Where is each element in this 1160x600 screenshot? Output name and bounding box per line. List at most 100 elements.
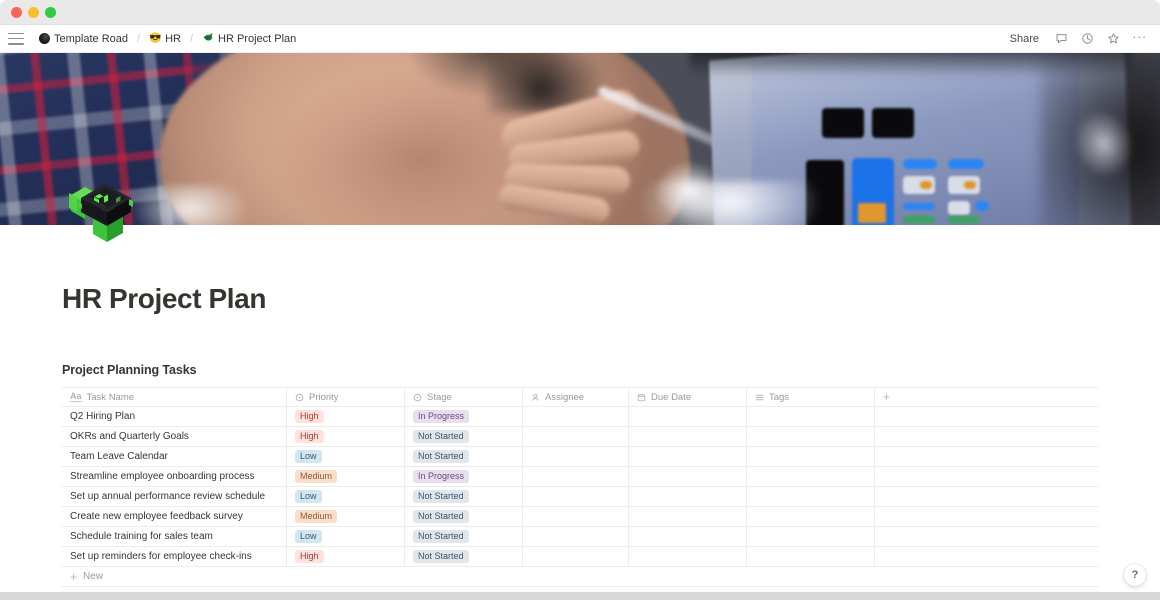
breadcrumb-item-current-page[interactable]: HR Project Plan (199, 30, 299, 47)
cell-stage[interactable]: Not Started (405, 547, 523, 566)
column-header-task-name[interactable]: Aa Task Name (62, 388, 287, 406)
cell-priority[interactable]: Medium (287, 507, 405, 526)
cell-tags[interactable] (747, 427, 875, 446)
cell-stage[interactable]: In Progress (405, 467, 523, 486)
page-icon-green-smartwatch[interactable] (63, 178, 141, 244)
column-header-assignee[interactable]: Assignee (523, 388, 629, 406)
close-window-button[interactable] (11, 7, 22, 18)
cell-tags[interactable] (747, 507, 875, 526)
database-title[interactable]: Project Planning Tasks (62, 363, 1098, 377)
cell-tags[interactable] (747, 487, 875, 506)
more-options-icon[interactable]: ··· (1131, 30, 1148, 47)
minimize-window-button[interactable] (28, 7, 39, 18)
status-badge: Not Started (413, 510, 469, 523)
cell-assignee[interactable] (523, 487, 629, 506)
cell-assignee[interactable] (523, 527, 629, 546)
cell-task-name[interactable]: Streamline employee onboarding process (62, 467, 287, 486)
cell-task-name[interactable]: Create new employee feedback survey (62, 507, 287, 526)
cell-tags[interactable] (747, 547, 875, 566)
cell-empty[interactable] (875, 407, 1098, 426)
breadcrumb-label: HR Project Plan (218, 33, 296, 45)
cell-tags[interactable] (747, 527, 875, 546)
cell-assignee[interactable] (523, 507, 629, 526)
add-column-button[interactable]: + (875, 388, 1098, 406)
face-with-sunglasses-emoji-icon: 😎 (149, 34, 161, 44)
cell-stage[interactable]: Not Started (405, 527, 523, 546)
table-header-row: Aa Task Name Priority Stage Assignee Due… (62, 388, 1098, 407)
cell-priority[interactable]: Low (287, 527, 405, 546)
cell-assignee[interactable] (523, 547, 629, 566)
cell-empty[interactable] (875, 507, 1098, 526)
cell-empty[interactable] (875, 447, 1098, 466)
cell-stage[interactable]: Not Started (405, 427, 523, 446)
cell-priority[interactable]: Medium (287, 467, 405, 486)
cell-due-date[interactable] (629, 507, 747, 526)
cell-task-name[interactable]: OKRs and Quarterly Goals (62, 427, 287, 446)
new-row-button[interactable]: + New (62, 567, 1098, 587)
table-row[interactable]: Streamline employee onboarding process Me… (62, 467, 1098, 487)
cell-due-date[interactable] (629, 407, 747, 426)
table-row[interactable]: Set up annual performance review schedul… (62, 487, 1098, 507)
status-badge: Low (295, 530, 322, 543)
cell-empty[interactable] (875, 487, 1098, 506)
column-header-due-date[interactable]: Due Date (629, 388, 747, 406)
cell-due-date[interactable] (629, 487, 747, 506)
table-row[interactable]: OKRs and Quarterly Goals High Not Started (62, 427, 1098, 447)
cell-stage[interactable]: Not Started (405, 487, 523, 506)
column-header-stage[interactable]: Stage (405, 388, 523, 406)
text-aa-icon: Aa (70, 392, 82, 402)
cell-task-name[interactable]: Team Leave Calendar (62, 447, 287, 466)
cell-empty[interactable] (875, 527, 1098, 546)
cell-task-name[interactable]: Set up reminders for employee check-ins (62, 547, 287, 566)
cell-assignee[interactable] (523, 447, 629, 466)
cell-stage[interactable]: Not Started (405, 507, 523, 526)
cell-due-date[interactable] (629, 547, 747, 566)
cell-task-name[interactable]: Q2 Hiring Plan (62, 407, 287, 426)
cell-task-name[interactable]: Schedule training for sales team (62, 527, 287, 546)
column-header-tags[interactable]: Tags (747, 388, 875, 406)
cell-empty[interactable] (875, 427, 1098, 446)
hamburger-menu-icon[interactable] (8, 33, 24, 45)
breadcrumb-item-hr[interactable]: 😎 HR (146, 31, 184, 47)
cell-assignee[interactable] (523, 427, 629, 446)
table-row[interactable]: Team Leave Calendar Low Not Started (62, 447, 1098, 467)
page-title[interactable]: HR Project Plan (62, 225, 1098, 315)
cell-due-date[interactable] (629, 447, 747, 466)
cell-empty[interactable] (875, 547, 1098, 566)
status-badge: Low (295, 450, 322, 463)
help-button[interactable]: ? (1124, 564, 1146, 586)
column-label: Stage (427, 392, 452, 403)
table-row[interactable]: Schedule training for sales team Low Not S… (62, 527, 1098, 547)
calendar-icon (637, 393, 646, 402)
cell-stage[interactable]: In Progress (405, 407, 523, 426)
table-row[interactable]: Create new employee feedback survey Mediu… (62, 507, 1098, 527)
cell-priority[interactable]: Low (287, 447, 405, 466)
comment-icon[interactable] (1053, 30, 1070, 47)
page-cover-image[interactable] (0, 53, 1160, 225)
breadcrumb-item-workspace[interactable]: Template Road (36, 31, 131, 47)
cell-tags[interactable] (747, 447, 875, 466)
cell-assignee[interactable] (523, 467, 629, 486)
cell-empty[interactable] (875, 467, 1098, 486)
zoom-window-button[interactable] (45, 7, 56, 18)
cell-assignee[interactable] (523, 407, 629, 426)
cell-priority[interactable]: High (287, 547, 405, 566)
cell-priority[interactable]: High (287, 407, 405, 426)
table-row[interactable]: Set up reminders for employee check-ins H… (62, 547, 1098, 567)
star-icon[interactable] (1105, 30, 1122, 47)
table-row[interactable]: Q2 Hiring Plan High In Progress (62, 407, 1098, 427)
cell-task-name[interactable]: Set up annual performance review schedul… (62, 487, 287, 506)
select-circle-icon (295, 393, 304, 402)
cell-due-date[interactable] (629, 427, 747, 446)
share-button[interactable]: Share (1005, 31, 1044, 47)
window-bottom-edge (0, 592, 1160, 600)
cell-tags[interactable] (747, 467, 875, 486)
clock-history-icon[interactable] (1079, 30, 1096, 47)
cell-stage[interactable]: Not Started (405, 447, 523, 466)
cell-tags[interactable] (747, 407, 875, 426)
cell-priority[interactable]: High (287, 427, 405, 446)
cell-due-date[interactable] (629, 467, 747, 486)
cell-priority[interactable]: Low (287, 487, 405, 506)
cell-due-date[interactable] (629, 527, 747, 546)
column-header-priority[interactable]: Priority (287, 388, 405, 406)
